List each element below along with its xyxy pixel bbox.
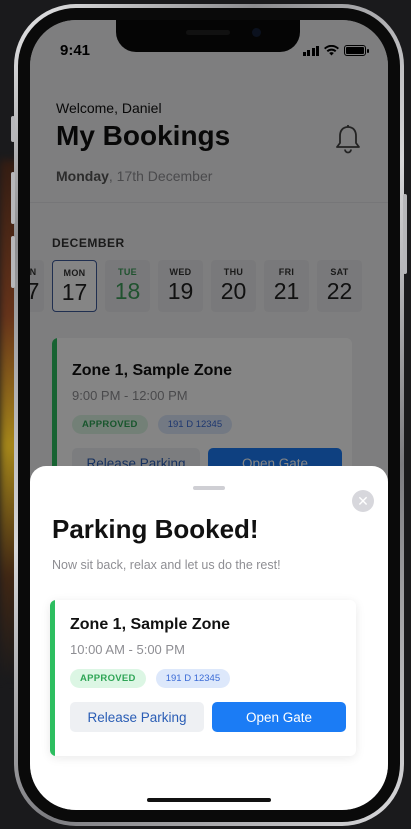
power-button	[403, 194, 407, 274]
sheet-grabber[interactable]	[193, 486, 225, 490]
status-badge: APPROVED	[70, 669, 146, 688]
release-parking-button[interactable]: Release Parking	[70, 702, 204, 732]
volume-up-button	[11, 172, 15, 224]
mute-switch	[11, 116, 15, 142]
sheet-subtitle: Now sit back, relax and let us do the re…	[52, 558, 281, 572]
open-gate-button[interactable]: Open Gate	[212, 702, 346, 732]
plate-badge: 191 D 12345	[155, 669, 231, 688]
booking-actions: Release Parking Open Gate	[70, 702, 346, 732]
booked-parking-card[interactable]: Zone 1, Sample Zone 10:00 AM - 5:00 PM A…	[50, 600, 356, 756]
status-accent-bar	[50, 600, 55, 756]
zone-name: Zone 1, Sample Zone	[70, 616, 231, 633]
booking-tags: APPROVED 191 D 12345	[70, 669, 346, 688]
phone-frame: 9:41 Welcome, Daniel My Bookings Monday,…	[11, 4, 407, 826]
close-icon[interactable]: ✕	[352, 490, 374, 512]
booked-card-body: Zone 1, Sample Zone 10:00 AM - 5:00 PM A…	[70, 616, 346, 732]
app-screen: 9:41 Welcome, Daniel My Bookings Monday,…	[30, 20, 388, 810]
booking-confirmation-sheet: ✕ Parking Booked! Now sit back, relax an…	[30, 466, 388, 810]
home-indicator[interactable]	[147, 798, 271, 802]
volume-down-button	[11, 236, 15, 288]
sheet-title: Parking Booked!	[52, 514, 259, 544]
booking-time: 10:00 AM - 5:00 PM	[70, 642, 185, 657]
